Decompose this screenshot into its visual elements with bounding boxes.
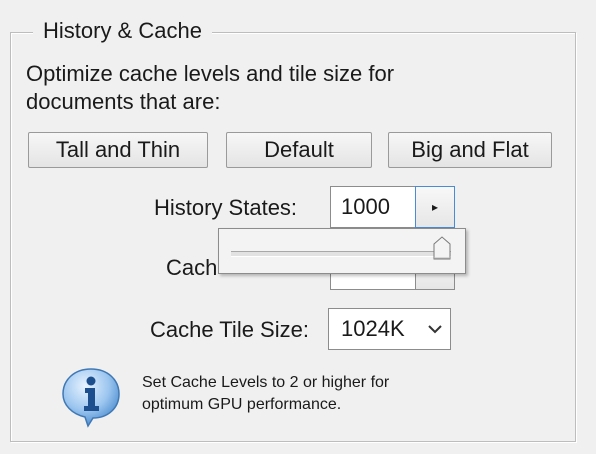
history-states-label: History States:	[154, 195, 298, 220]
history-states-slider-button[interactable]: ▸	[415, 186, 455, 228]
info-line-1: Set Cache Levels to 2 or higher for	[142, 374, 390, 391]
cache-tile-size-value: 1024K	[341, 316, 405, 341]
cache-levels-label: Cach	[166, 255, 218, 280]
cache-tile-size-select[interactable]: 1024K	[328, 308, 451, 350]
info-icon	[62, 368, 120, 428]
default-button[interactable]: Default	[226, 132, 372, 168]
big-and-flat-button[interactable]: Big and Flat	[388, 132, 552, 168]
description-line-1: Optimize cache levels and tile size for	[26, 61, 395, 86]
description-line-2: documents that are:	[26, 89, 221, 114]
history-states-input[interactable]: 1000	[330, 186, 416, 228]
cache-tile-size-label: Cache Tile Size:	[150, 317, 309, 342]
slider-track[interactable]	[231, 251, 451, 257]
info-line-2: optimum GPU performance.	[142, 396, 342, 413]
info-message: Set Cache Levels to 2 or higher for opti…	[142, 372, 482, 416]
slider-thumb[interactable]	[433, 236, 451, 260]
description: Optimize cache levels and tile size for …	[26, 60, 506, 116]
history-states-slider-popup	[218, 228, 466, 274]
chevron-right-icon: ▸	[431, 200, 439, 214]
tall-and-thin-button[interactable]: Tall and Thin	[28, 132, 208, 168]
group-title: History & Cache	[33, 17, 212, 45]
chevron-down-icon	[428, 309, 442, 349]
